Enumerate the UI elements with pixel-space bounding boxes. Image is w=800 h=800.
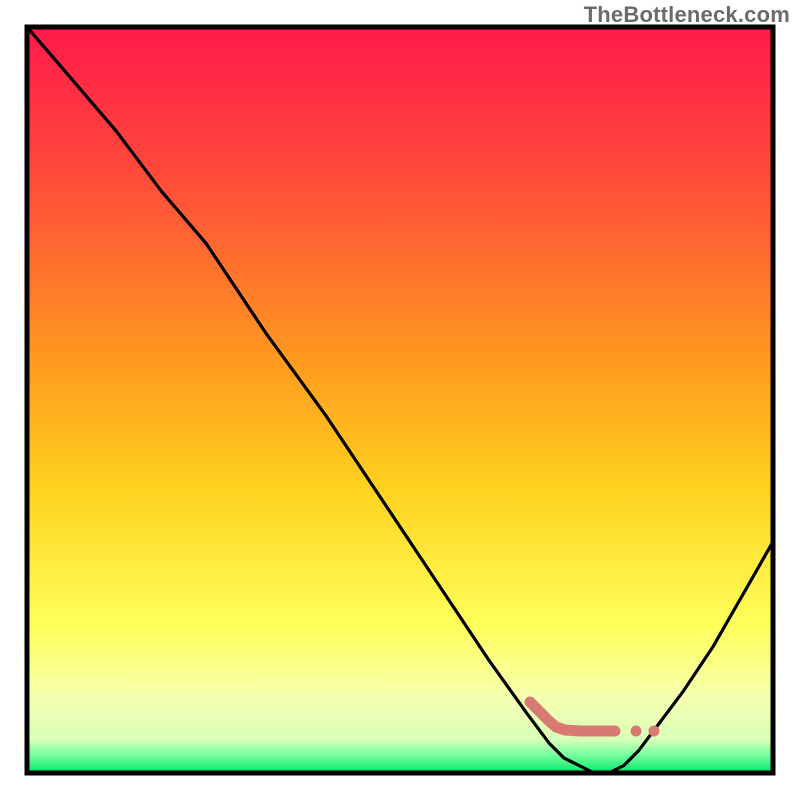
marker-dot-0 (631, 726, 642, 737)
chart-stage: TheBottleneck.com (0, 0, 800, 800)
plot-background (27, 27, 773, 773)
chart-canvas (0, 0, 800, 800)
marker-dot-1 (649, 726, 660, 737)
